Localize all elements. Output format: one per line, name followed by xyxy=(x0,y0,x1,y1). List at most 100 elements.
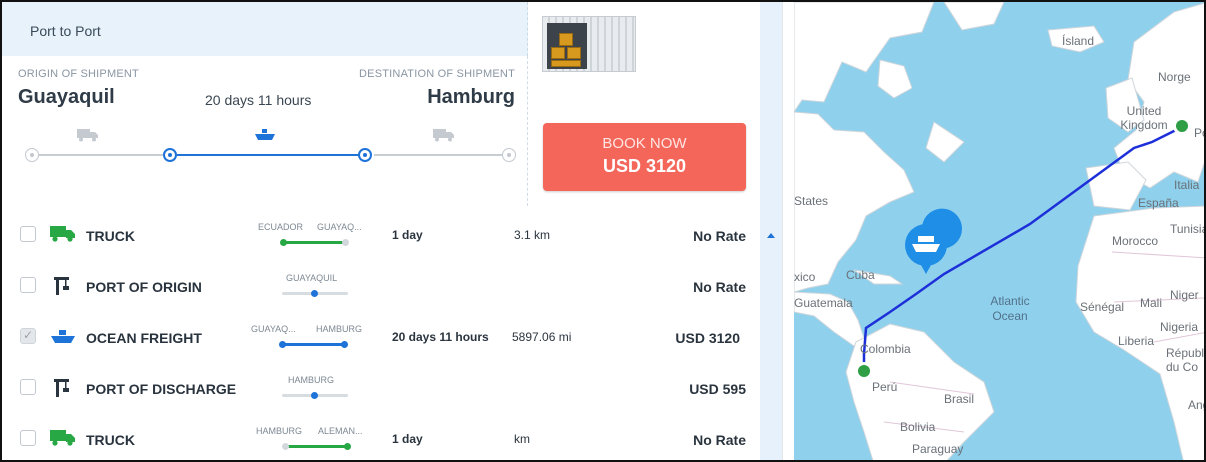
map-label-ocean: Atlantic Ocean xyxy=(990,294,1030,323)
legs-list: TRUCK ECUADOR GUAYAQ... 1 day 3.1 km No … xyxy=(2,208,760,460)
route-map[interactable]: Ísland Norge United Kingdom Po Italia Es… xyxy=(794,2,1206,460)
leg-checkbox-checked[interactable] xyxy=(20,328,36,344)
map-label-italy: Italia xyxy=(1174,178,1200,192)
leg-name: PORT OF ORIGIN xyxy=(86,279,202,295)
ship-icon xyxy=(254,128,276,147)
origin-label: ORIGIN OF SHIPMENT xyxy=(18,68,139,80)
leg-rate: No Rate xyxy=(693,432,746,448)
leg-rate: USD 3120 xyxy=(675,330,740,346)
map-label-morocco: Morocco xyxy=(1112,234,1159,248)
cargo-boxes xyxy=(547,23,587,69)
leg-checkbox[interactable] xyxy=(20,277,36,293)
leg-name: TRUCK xyxy=(86,432,135,448)
map-label-peru: Perú xyxy=(872,380,898,394)
map-label-colombia: Colombia xyxy=(860,342,911,356)
map-label-guatemala: Guatemala xyxy=(794,296,853,310)
route-segment-main xyxy=(177,154,360,156)
quote-panel: Port to Port ORIGIN OF SHIPMENT DESTINAT… xyxy=(2,2,760,460)
panel-divider xyxy=(782,2,794,460)
leg-mini-route: GUAYAQ... HAMBURG xyxy=(251,320,367,352)
leg-rate: USD 595 xyxy=(689,381,746,397)
destination-pin xyxy=(1176,120,1188,132)
leg-duration: 1 day xyxy=(392,432,423,446)
map-label-cuba: Cuba xyxy=(846,268,875,282)
map-label-liberia: Liberia xyxy=(1118,334,1155,348)
map-label-senegal: Sénégal xyxy=(1080,300,1125,314)
map-label-mali: Mali xyxy=(1140,296,1163,310)
leg-rate: No Rate xyxy=(693,228,746,244)
map-label-tunisia: Tunisia xyxy=(1170,222,1206,236)
leg-row: TRUCK HAMBURG ALEMAN... 1 day km No Rate xyxy=(2,414,760,460)
leg-name: PORT OF DISCHARGE xyxy=(86,381,237,397)
map-label-paraguay: Paraguay xyxy=(912,442,964,456)
quote-app: Port to Port ORIGIN OF SHIPMENT DESTINAT… xyxy=(0,0,1206,462)
leg-from: HAMBURG xyxy=(288,375,335,385)
book-now-button[interactable]: BOOK NOW USD 3120 xyxy=(543,123,746,191)
leg-row: PORT OF ORIGIN GUAYAQUIL No Rate xyxy=(2,261,760,311)
map-label-mexico: xico xyxy=(794,270,816,284)
crane-icon xyxy=(50,377,76,397)
leg-mini-route: HAMBURG ALEMAN... xyxy=(256,422,372,454)
leg-duration: 1 day xyxy=(392,228,423,242)
map-label-niger: Niger xyxy=(1170,288,1199,302)
route-node-start xyxy=(25,148,39,162)
leg-checkbox[interactable] xyxy=(20,379,36,395)
truck-icon xyxy=(50,428,76,448)
map-label-nigeria: Nigeria xyxy=(1160,320,1199,334)
route-segment-post xyxy=(374,154,502,156)
chevron-up-icon[interactable] xyxy=(767,233,775,238)
leg-checkbox[interactable] xyxy=(20,430,36,446)
collapse-scroll-bar[interactable] xyxy=(760,2,782,460)
route-segment-pre xyxy=(39,154,163,156)
leg-from: HAMBURG xyxy=(256,426,303,436)
leg-duration: 20 days 11 hours xyxy=(392,330,489,344)
route-node-end xyxy=(502,148,516,162)
leg-to: HAMBURG xyxy=(316,324,363,334)
service-header: Port to Port xyxy=(2,2,528,56)
leg-from: GUAYAQUIL xyxy=(286,273,338,283)
map-label-usa: States xyxy=(794,194,829,208)
leg-checkbox[interactable] xyxy=(20,226,36,242)
leg-row: OCEAN FREIGHT GUAYAQ... HAMBURG 20 days … xyxy=(2,312,760,362)
leg-name: TRUCK xyxy=(86,228,135,244)
truck-icon xyxy=(433,128,455,147)
origin-pin xyxy=(858,365,870,377)
destination-label: DESTINATION OF SHIPMENT xyxy=(359,68,515,80)
truck-icon xyxy=(77,128,99,147)
container-image xyxy=(542,16,636,72)
shipment-summary: ORIGIN OF SHIPMENT DESTINATION OF SHIPME… xyxy=(2,56,528,206)
ship-icon xyxy=(918,236,934,242)
leg-row: TRUCK ECUADOR GUAYAQ... 1 day 3.1 km No … xyxy=(2,210,760,260)
leg-row: PORT OF DISCHARGE HAMBURG USD 595 xyxy=(2,363,760,413)
leg-name: OCEAN FREIGHT xyxy=(86,330,202,346)
map-label-norway: Norge xyxy=(1158,70,1191,84)
route-node-destination-port xyxy=(358,148,372,162)
map-canvas xyxy=(794,2,1204,460)
leg-distance: 5897.06 mi xyxy=(512,330,572,344)
map-label-angola: Ang xyxy=(1188,398,1204,412)
ship-icon xyxy=(50,326,76,346)
truck-icon xyxy=(50,224,76,244)
book-now-label: BOOK NOW xyxy=(602,135,687,152)
leg-mini-route: ECUADOR GUAYAQ... xyxy=(258,218,374,250)
map-label-uk: United Kingdom xyxy=(1120,104,1168,132)
leg-to: ALEMAN... xyxy=(318,426,363,436)
leg-to: GUAYAQ... xyxy=(317,222,362,232)
map-label-brasil: Brasil xyxy=(944,392,975,406)
map-label-iceland: Ísland xyxy=(1062,34,1095,48)
leg-rate: No Rate xyxy=(693,279,746,295)
map-label-republic: Républ du Co xyxy=(1166,346,1205,374)
leg-distance: km xyxy=(514,432,530,446)
route-timeline xyxy=(2,126,528,166)
leg-from: GUAYAQ... xyxy=(251,324,296,334)
book-now-price: USD 3120 xyxy=(602,156,687,176)
transit-time: 20 days 11 hours xyxy=(205,92,312,108)
crane-icon xyxy=(50,275,76,295)
service-type: Port to Port xyxy=(30,23,101,39)
origin-city: Guayaquil xyxy=(18,86,115,108)
leg-mini-route: GUAYAQUIL xyxy=(258,269,374,301)
route-node-origin-port xyxy=(163,148,177,162)
map-label-spain: España xyxy=(1138,196,1179,210)
leg-from: ECUADOR xyxy=(258,222,304,232)
map-label-bolivia: Bolivia xyxy=(900,420,936,434)
